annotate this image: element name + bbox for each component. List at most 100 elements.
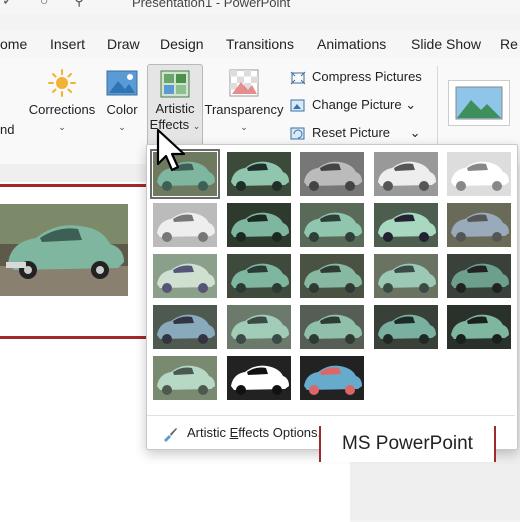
options-prefix: Artistic: [187, 425, 230, 440]
effect-preview-image: [447, 203, 511, 247]
effect-preview-image: [300, 356, 364, 400]
effect-thumb-marker[interactable]: [226, 152, 291, 196]
effect-thumb-cutout[interactable]: [153, 356, 217, 400]
color-button[interactable]: Color ⌄: [103, 68, 141, 133]
slide-top-line: [0, 184, 150, 187]
tab-insert[interactable]: Insert: [50, 36, 85, 52]
corrections-label: Corrections: [28, 102, 96, 117]
change-picture-button[interactable]: Change Picture ⌄: [290, 97, 416, 113]
ribbon-tabs: ome Insert Draw Design Transitions Anima…: [0, 30, 520, 58]
compress-pictures-button[interactable]: Compress Pictures: [290, 69, 422, 85]
chevron-down-icon: ⌄: [58, 122, 66, 132]
tab-slide-show[interactable]: Slide Show: [411, 36, 481, 52]
effect-preview-image: [373, 152, 438, 196]
effect-thumb-paint-strokes[interactable]: [226, 203, 291, 247]
tab-review[interactable]: Re: [500, 36, 518, 52]
effect-thumb-pencil-sketch[interactable]: [373, 152, 438, 196]
artistic-label-line1: Artistic: [155, 101, 195, 116]
effect-preview-image: [153, 305, 217, 349]
reset-picture-icon: [290, 127, 305, 140]
effect-thumb-pastels-smooth[interactable]: [373, 305, 438, 349]
effect-preview-image: [373, 305, 438, 349]
tab-draw[interactable]: Draw: [107, 36, 140, 52]
chevron-down-icon: ⌄: [118, 122, 126, 132]
reset-picture-label: Reset Picture: [312, 125, 391, 140]
effect-preview-image: [373, 203, 438, 247]
picture-style-preview[interactable]: [448, 80, 510, 126]
picture-color-icon: [106, 70, 138, 96]
effect-thumb-crisscross-etching[interactable]: [300, 305, 364, 349]
effect-preview-image: [153, 254, 217, 298]
chevron-down-icon: ⌄: [192, 121, 201, 131]
effect-thumb-chalk-sketch[interactable]: [153, 203, 217, 247]
tab-design[interactable]: Design: [160, 36, 204, 52]
compress-label: Compress Pictures: [312, 69, 422, 84]
customize-qat-icon[interactable]: ⚲: [74, 0, 84, 9]
effect-thumb-plastic-wrap[interactable]: [447, 305, 511, 349]
chevron-down-icon: ⌄: [409, 125, 421, 140]
caption-text: MS PowerPoint: [342, 433, 473, 454]
gallery-separator: [147, 415, 515, 416]
effect-preview-image: [447, 152, 511, 196]
effect-thumb-photocopy[interactable]: [226, 356, 291, 400]
effect-preview-image: [373, 254, 438, 298]
ribbon-separator: [437, 66, 438, 146]
effect-preview-image: [447, 254, 511, 298]
effect-thumb-glow-diffused[interactable]: [373, 203, 438, 247]
effect-preview-image: [226, 203, 291, 247]
artistic-effects-gallery: Artistic Effects Options...: [146, 144, 518, 450]
effect-preview-image: [226, 356, 291, 400]
brush-icon: [164, 427, 177, 442]
effect-thumb-watercolor-sponge[interactable]: [226, 254, 291, 298]
mouse-pointer-icon: [156, 128, 186, 172]
effect-preview-image: [447, 305, 511, 349]
effect-preview-image: [153, 203, 217, 247]
picture-style-icon: [455, 86, 503, 120]
effect-preview-image: [226, 305, 291, 349]
color-label: Color: [106, 102, 138, 117]
redo-circle-icon[interactable]: ○: [40, 0, 48, 8]
options-accesskey: E: [229, 425, 239, 440]
slide-bottom-line: [0, 336, 150, 339]
quick-access-icon[interactable]: ✓: [2, 0, 14, 9]
ribbon-edge-label[interactable]: nd: [0, 122, 14, 137]
transparency-icon: [229, 69, 259, 97]
effect-thumb-blur[interactable]: [447, 203, 511, 247]
effect-preview-image: [300, 203, 364, 247]
change-picture-label: Change Picture: [312, 97, 402, 112]
options-suffix: ffects Options...: [238, 425, 329, 440]
effect-thumb-light-screen[interactable]: [153, 254, 217, 298]
tab-home[interactable]: ome: [0, 36, 27, 52]
compress-icon: [290, 71, 306, 84]
transparency-label: Transparency: [204, 102, 284, 117]
effect-preview-image: [300, 305, 364, 349]
transparency-button[interactable]: Transparency ⌄: [204, 68, 284, 133]
corrections-button[interactable]: Corrections ⌄: [26, 68, 98, 133]
effect-thumb-line-drawing[interactable]: [447, 152, 511, 196]
effect-preview-image: [226, 152, 291, 196]
effect-thumb-glow-edges[interactable]: [300, 356, 364, 400]
vintage-car-photo[interactable]: [0, 204, 128, 296]
artistic-effects-icon: [160, 70, 190, 98]
tab-transitions[interactable]: Transitions: [226, 36, 294, 52]
effect-thumb-film-grain[interactable]: [300, 254, 364, 298]
chevron-down-icon: ⌄: [240, 122, 248, 132]
effect-preview-image: [300, 254, 364, 298]
effect-thumb-texturizer[interactable]: [226, 305, 291, 349]
effect-thumb-cement[interactable]: [153, 305, 217, 349]
reset-picture-button[interactable]: Reset Picture ⌄: [290, 125, 421, 141]
artistic-effects-options-item[interactable]: Artistic Effects Options...: [161, 425, 328, 442]
tab-animations[interactable]: Animations: [317, 36, 386, 52]
effect-preview-image: [300, 152, 364, 196]
effect-thumb-mosaic-bubbles[interactable]: [373, 254, 438, 298]
chevron-down-icon: ⌄: [405, 97, 417, 112]
effect-preview-image: [153, 356, 217, 400]
effect-thumb-pencil-grayscale[interactable]: [300, 152, 364, 196]
change-picture-icon: [290, 99, 305, 112]
effect-preview-image: [226, 254, 291, 298]
effect-thumb-paint-brush[interactable]: [300, 203, 364, 247]
title-bar: ✓ ○ ⚲ Presentation1 - PowerPoint: [0, 0, 520, 14]
effect-thumb-glass[interactable]: [447, 254, 511, 298]
video-caption: MS PowerPoint: [319, 426, 496, 462]
window-title: Presentation1 - PowerPoint: [132, 0, 291, 10]
